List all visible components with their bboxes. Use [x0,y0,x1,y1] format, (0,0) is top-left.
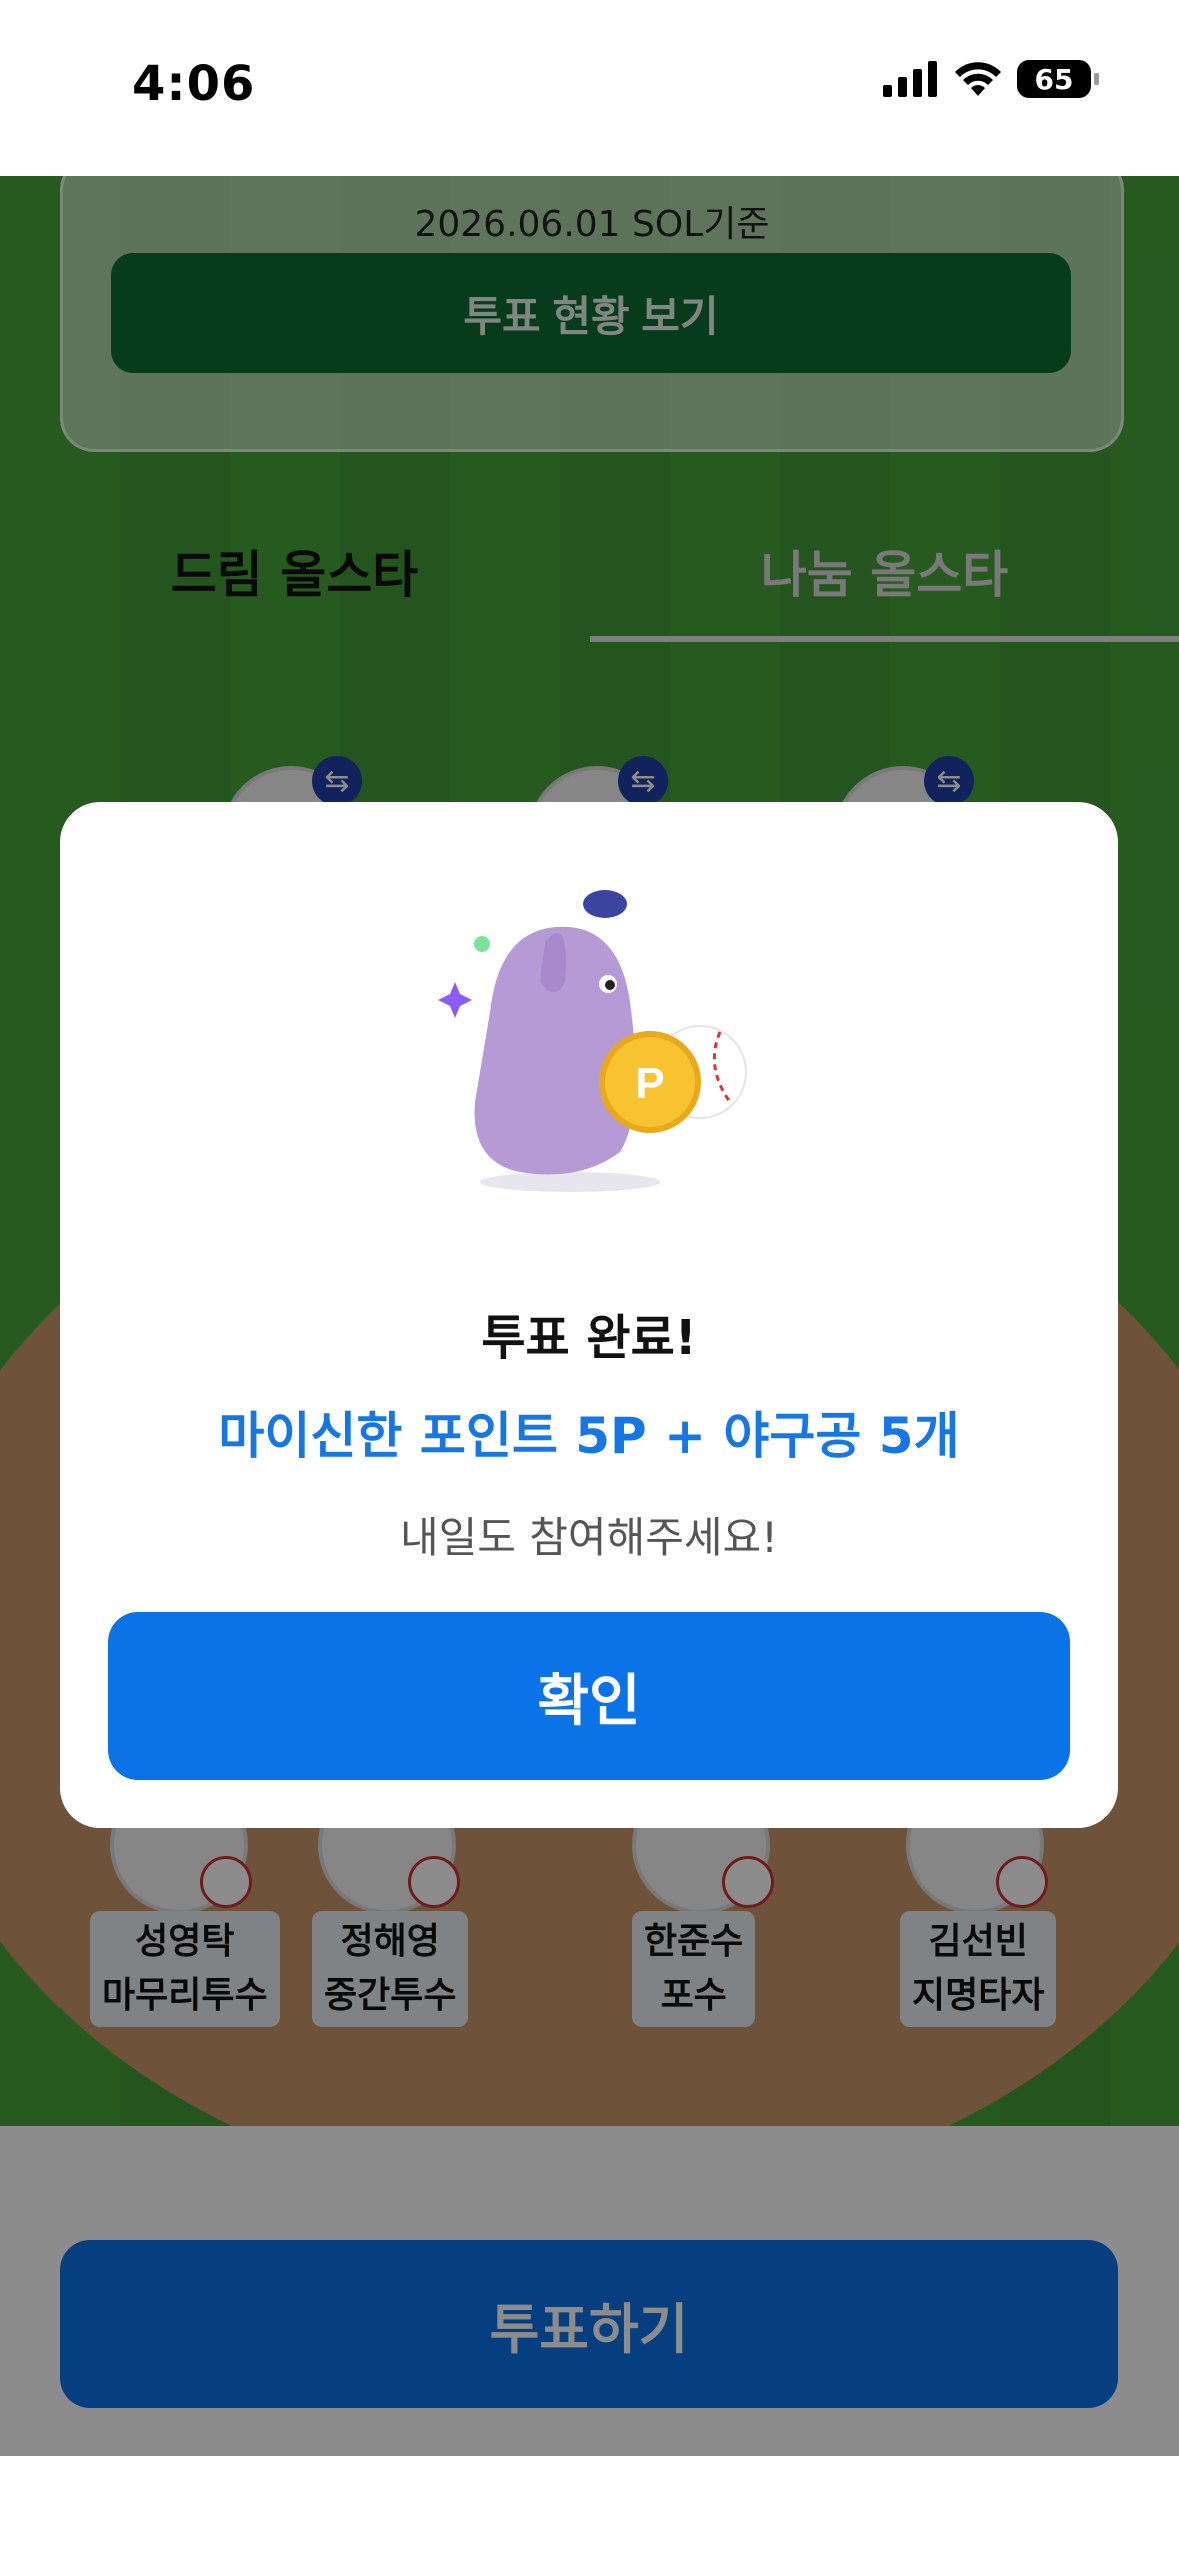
home-indicator-area [0,2456,1179,2556]
wifi-icon [955,62,1001,96]
status-icons: 65 [883,60,1099,98]
mascot-illustration: P [438,890,747,1192]
vote-complete-modal: P 투표 완료! 마이신한 포인트 5P + 야구공 5개 내일도 참여해주세요… [60,802,1118,1828]
status-time: 4:06 [132,56,256,112]
modal-subtitle: 내일도 참여해주세요! [400,1513,778,1562]
signal-icon [883,61,937,97]
modal-title: 투표 완료! [481,1310,697,1366]
confirm-button[interactable]: 확인 [108,1612,1070,1780]
coin-label: P [635,1059,664,1108]
status-bar: 4:06 65 [0,0,1179,176]
reward-text: 마이신한 포인트 5P + 야구공 5개 [218,1407,960,1465]
battery-icon: 65 [1017,60,1099,98]
